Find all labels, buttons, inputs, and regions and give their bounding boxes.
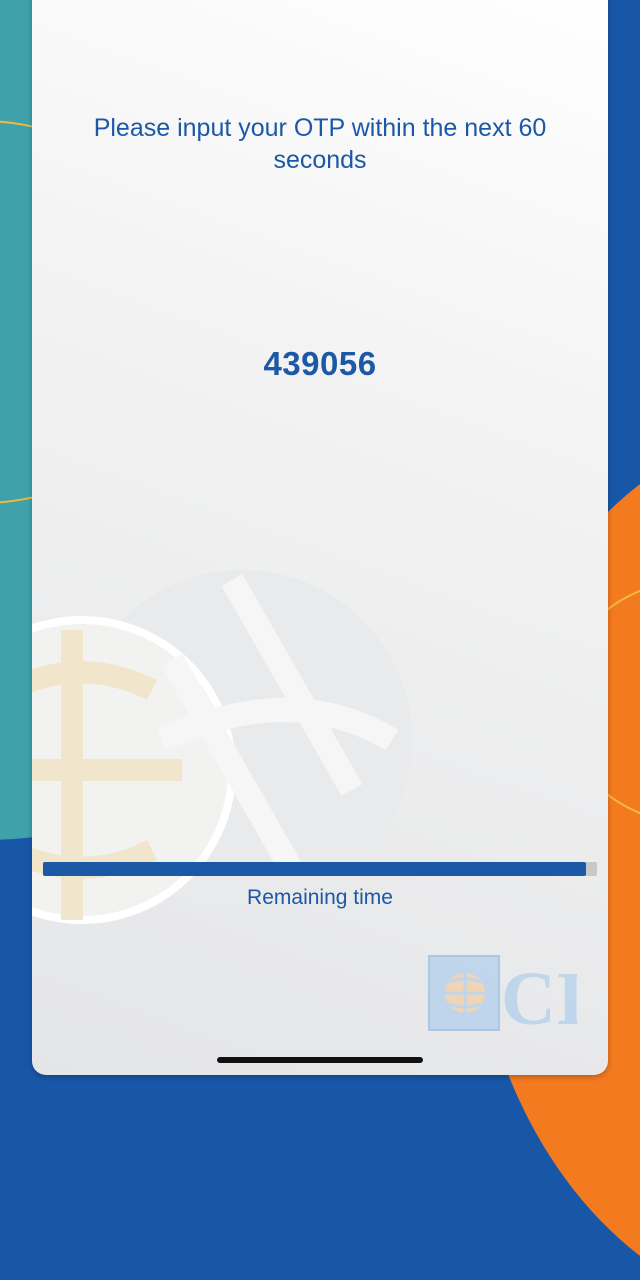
remaining-time-progress-fill (43, 862, 586, 876)
remaining-time-progress-bar (43, 862, 597, 876)
svg-text:CIB: CIB (501, 957, 577, 1034)
home-indicator[interactable] (217, 1057, 423, 1063)
otp-code: 439056 (263, 345, 377, 382)
otp-instruction-text: Please input your OTP within the next 60… (93, 114, 547, 174)
remaining-time-label: Remaining time (247, 886, 393, 909)
cib-logo: CIB (428, 955, 577, 1034)
otp-card: Please input your OTP within the next 60… (32, 0, 608, 1075)
